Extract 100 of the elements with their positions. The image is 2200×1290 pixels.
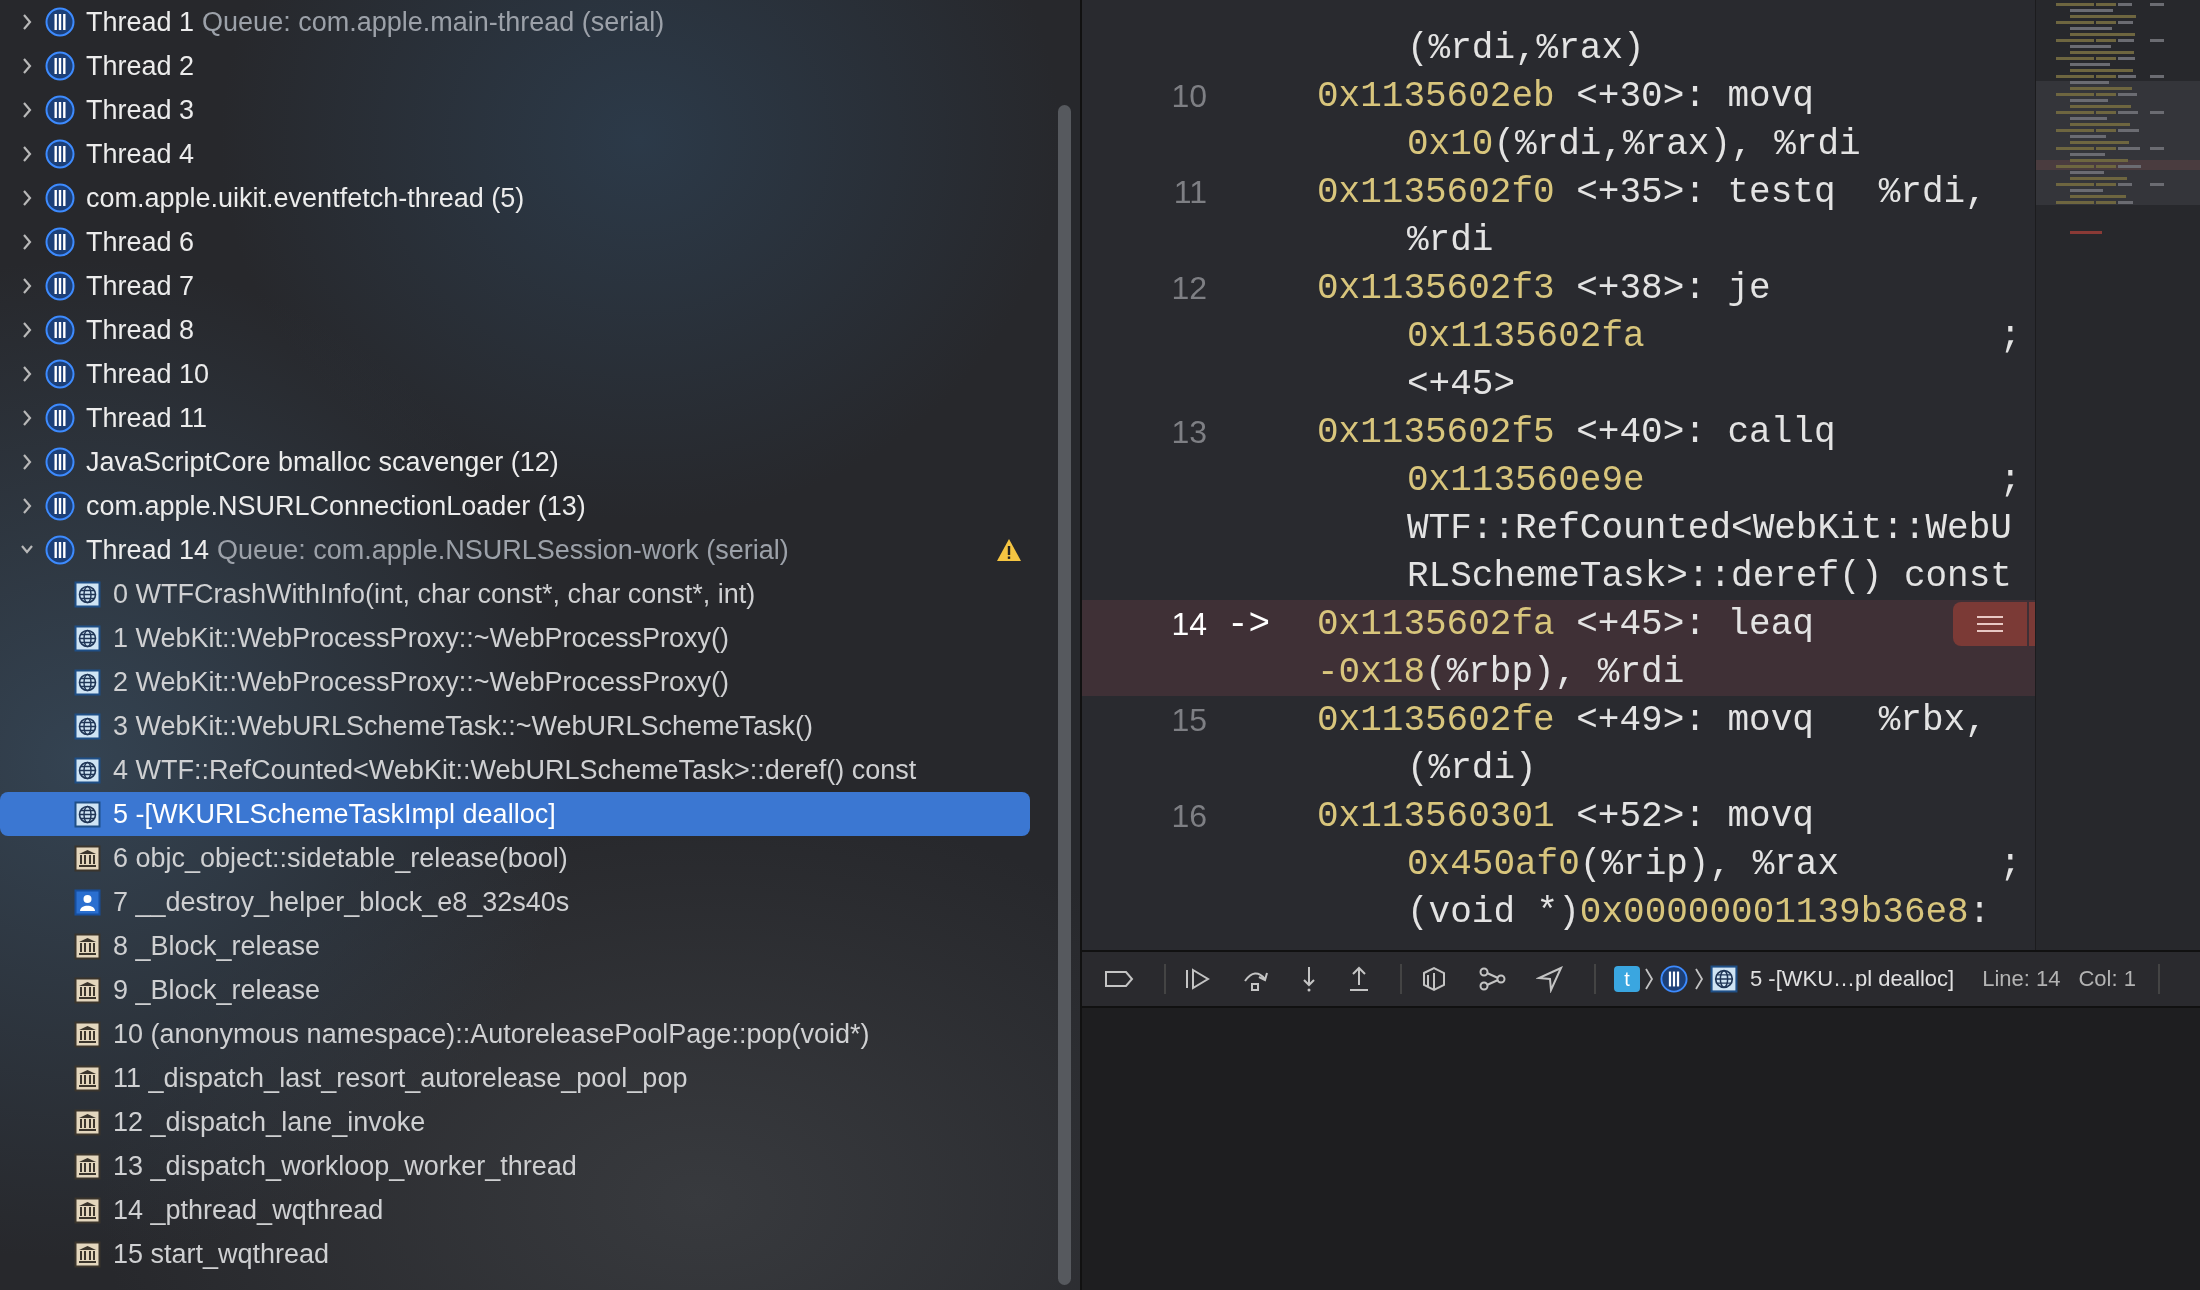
thread-row[interactable]: JavaScriptCore bmalloc scavenger (12) xyxy=(0,440,1030,484)
code-line: (void *)0x00000001139b36e8: xyxy=(1407,891,1992,933)
stack-frame[interactable]: 4 WTF::RefCounted<WebKit::WebURLSchemeTask>::deref() const xyxy=(0,748,1030,792)
step-into-icon xyxy=(1300,965,1318,993)
columns-icon xyxy=(74,1152,101,1180)
column-indicator: Col: 1 xyxy=(2078,966,2136,992)
columns-icon xyxy=(74,1240,101,1268)
thread-row[interactable]: com.apple.uikit.eventfetch-thread (5) xyxy=(0,176,1030,220)
thread-icon xyxy=(45,183,75,213)
thread-row[interactable]: Thread 1 Queue: com.apple.main-thread (serial) xyxy=(0,0,1030,44)
code-line: 0x10(%rdi,%rax), %rdi xyxy=(1407,123,1862,165)
thread-row[interactable]: Thread 6 xyxy=(0,220,1030,264)
location-icon xyxy=(1536,965,1564,993)
stack-frame[interactable]: 13 _dispatch_workloop_worker_thread xyxy=(0,1144,1030,1188)
columns-icon xyxy=(74,1108,101,1136)
columns-icon xyxy=(74,1064,101,1092)
stack-frame[interactable]: 11 _dispatch_last_resort_autorelease_pool_pop xyxy=(0,1056,1030,1100)
graph-icon xyxy=(1478,965,1506,993)
stack-frame[interactable]: 15 start_wqthread xyxy=(0,1232,1030,1276)
chevron-icon xyxy=(1694,967,1704,991)
code-line: <+45> xyxy=(1407,363,1517,405)
thread-row[interactable]: Thread 3 xyxy=(0,88,1030,132)
menu-lines-icon xyxy=(1975,615,2005,633)
code-line: 0x1135602f5 <+40>: callq xyxy=(1317,411,1836,453)
line-options-button[interactable] xyxy=(1953,602,2027,646)
code-line: -0x18(%rbp), %rdi xyxy=(1317,651,1685,693)
line-number: 15 xyxy=(1170,701,1207,739)
stack-frame[interactable]: 8 _Block_release xyxy=(0,924,1030,968)
thread-icon xyxy=(45,315,75,345)
columns-icon xyxy=(74,1196,101,1224)
thread-icon xyxy=(1660,965,1688,993)
globe-icon xyxy=(1710,965,1738,993)
code-line: 0x1135602f0 <+35>: testq %rdi, xyxy=(1317,171,1987,213)
thread-row[interactable]: com.apple.NSURLConnectionLoader (13) xyxy=(0,484,1030,528)
stack-frame[interactable]: 0 WTFCrashWithInfo(int, char const*, char const*, int) xyxy=(0,572,1030,616)
scrollbar[interactable] xyxy=(1058,105,1071,1285)
stack-frame[interactable]: 2 WebKit::WebProcessProxy::~WebProcessProxy() xyxy=(0,660,1030,704)
breadcrumb[interactable]: 5 -[WKU…pl dealloc] xyxy=(1750,966,1955,992)
globe-icon xyxy=(74,756,101,784)
thread-icon xyxy=(45,535,75,565)
thread-row[interactable]: Thread 11 xyxy=(0,396,1030,440)
globe-icon xyxy=(74,580,101,608)
code-line: 0x113560e9e ; xyxy=(1407,459,2021,501)
globe-icon xyxy=(74,668,101,696)
thread-icon xyxy=(45,359,75,389)
stack-frame[interactable]: 6 objc_object::sidetable_release(bool) xyxy=(0,836,1030,880)
code-line: WTF::RefCounted<WebKit::WebU xyxy=(1407,507,2013,549)
chevron-icon xyxy=(1644,967,1654,991)
stack-frame[interactable]: 1 WebKit::WebProcessProxy::~WebProcessProxy() xyxy=(0,616,1030,660)
thread-row[interactable]: Thread 4 xyxy=(0,132,1030,176)
stack-frame[interactable]: 12 _dispatch_lane_invoke xyxy=(0,1100,1030,1144)
line-number: 13 xyxy=(1170,413,1207,451)
columns-icon xyxy=(74,932,101,960)
thread-row[interactable]: Thread 7 xyxy=(0,264,1030,308)
code-line: 0x1135602f3 <+38>: je xyxy=(1317,267,1771,309)
stack-frame[interactable]: 7 __destroy_helper_block_e8_32s40s xyxy=(0,880,1030,924)
code-line: 0x1135602fa ; xyxy=(1407,315,2021,357)
thread-icon xyxy=(45,491,75,521)
line-number: 10 xyxy=(1170,77,1207,115)
stack-frame[interactable]: 14 _pthread_wqthread xyxy=(0,1188,1030,1232)
globe-icon xyxy=(74,800,101,828)
thread-icon xyxy=(45,7,75,37)
stack-frame[interactable]: 5 -[WKURLSchemeTaskImpl dealloc] xyxy=(0,792,1030,836)
globe-icon xyxy=(74,624,101,652)
columns-icon xyxy=(74,976,101,1004)
line-number: 14 xyxy=(1170,605,1207,643)
stack-frame[interactable]: 10 (anonymous namespace)::AutoreleasePoolPage::pop(void*) xyxy=(0,1012,1030,1056)
columns-icon xyxy=(74,844,101,872)
thread-row[interactable]: Thread 10 xyxy=(0,352,1030,396)
columns-icon xyxy=(74,1020,101,1048)
code-line: 0x450af0(%rip), %rax ; xyxy=(1407,843,2021,885)
thread-row[interactable]: Thread 14 Queue: com.apple.NSURLSession-work (serial) xyxy=(0,528,1030,572)
thread-icon xyxy=(45,447,75,477)
instruction-pointer-arrow: -> xyxy=(1226,603,1272,645)
code-line: RLSchemeTask>::deref() const xyxy=(1407,555,2013,597)
step-out-icon xyxy=(1348,965,1370,993)
code-line: (%rdi) xyxy=(1407,747,1538,789)
globe-icon xyxy=(74,712,101,740)
thread-row[interactable]: Thread 2 xyxy=(0,44,1030,88)
thread-icon xyxy=(45,227,75,257)
thread-icon xyxy=(45,271,75,301)
stack-frame[interactable]: 9 _Block_release xyxy=(0,968,1030,1012)
app-badge: t xyxy=(1614,966,1640,992)
layers-icon xyxy=(1420,965,1448,993)
thread-icon xyxy=(45,139,75,169)
line-indicator: Line: 14 xyxy=(1982,966,2061,992)
thread-icon xyxy=(45,95,75,125)
code-line: %rdi xyxy=(1407,219,1495,261)
line-number: 12 xyxy=(1170,269,1207,307)
code-line: 0x113560301 <+52>: movq xyxy=(1317,795,1814,837)
stack-frame[interactable]: 3 WebKit::WebURLSchemeTask::~WebURLSchemeTask() xyxy=(0,704,1030,748)
code-line: 0x1135602fe <+49>: movq %rbx, xyxy=(1317,699,1987,741)
line-number: 16 xyxy=(1170,797,1207,835)
thread-icon xyxy=(45,51,75,81)
code-line: (%rdi,%rax) xyxy=(1407,27,1646,69)
code-line: 0x1135602eb <+30>: movq xyxy=(1317,75,1814,117)
thread-icon xyxy=(45,403,75,433)
code-line: 0x1135602fa <+45>: leaq xyxy=(1317,603,1814,645)
person-icon xyxy=(74,888,101,916)
thread-row[interactable]: Thread 8 xyxy=(0,308,1030,352)
